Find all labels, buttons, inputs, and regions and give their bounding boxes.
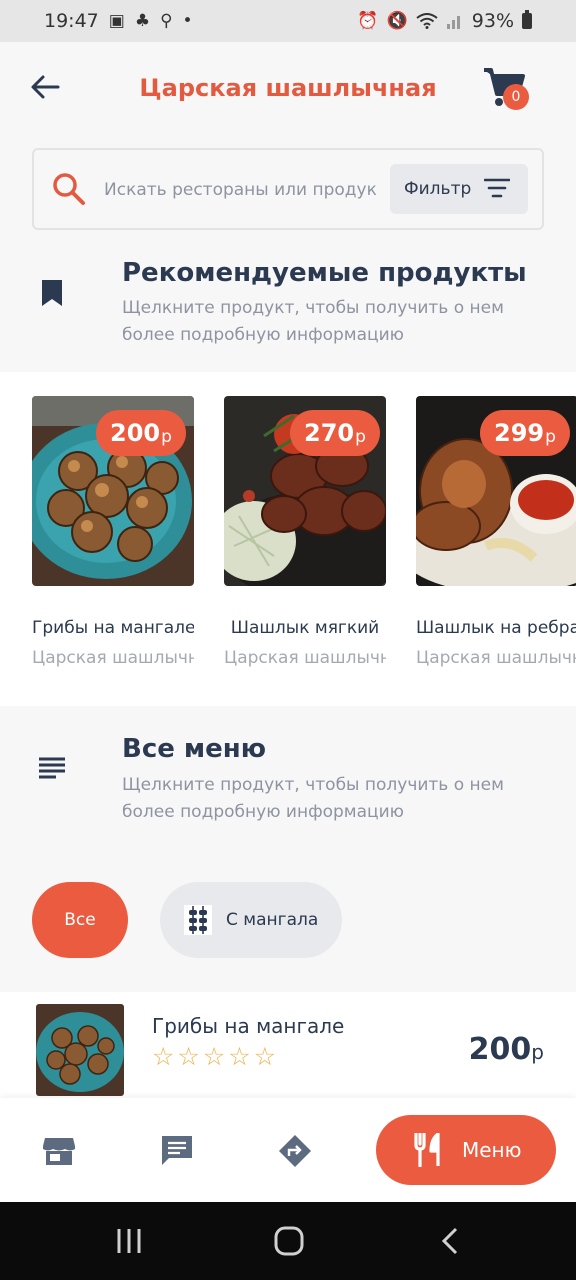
price-badge: 200 р — [96, 410, 186, 456]
chip-label: Все — [64, 910, 96, 930]
wifi-icon — [416, 13, 438, 29]
filter-label: Фильтр — [404, 179, 472, 199]
search-status-icon: ⚲ — [160, 11, 173, 31]
home-icon[interactable] — [273, 1226, 305, 1256]
cutlery-icon — [414, 1133, 440, 1167]
category-chip-grill[interactable]: С мангала — [160, 882, 342, 958]
all-menu-title: Все меню — [122, 734, 267, 764]
menu-item-name: Грибы на мангале — [152, 1014, 345, 1038]
chat-icon[interactable] — [160, 1134, 194, 1168]
product-restaurant: Царская шашлычная — [224, 648, 386, 668]
bottom-navigation: Меню — [0, 1098, 576, 1202]
all-menu-section: Все меню Щелкните продукт, чтобы получит… — [0, 706, 576, 992]
product-name: Шашлык на ребрах — [416, 618, 576, 638]
product-restaurant: Царская шашлычная — [32, 648, 194, 668]
back-nav-icon[interactable] — [438, 1226, 464, 1256]
alarm-icon: ⏰ — [357, 11, 379, 31]
menu-button-label: Меню — [462, 1138, 522, 1162]
skewers-icon — [184, 905, 212, 935]
product-restaurant: Царская шашлычная — [416, 648, 576, 668]
rating-stars: ☆☆☆☆☆ — [152, 1042, 280, 1071]
search-input[interactable] — [104, 172, 376, 208]
app-header: Царская шашлычная — [0, 42, 576, 137]
battery-icon — [522, 10, 532, 29]
filter-button[interactable]: Фильтр — [390, 164, 528, 214]
battery-percent: 93% — [471, 10, 514, 32]
gallery-icon: ▣ — [108, 11, 125, 31]
signal-icon — [446, 16, 460, 29]
dot-icon: • — [182, 11, 193, 31]
list-icon — [39, 757, 65, 779]
menu-item-image — [36, 1004, 124, 1096]
store-icon[interactable] — [42, 1134, 76, 1168]
recommended-header: Рекомендуемые продукты Щелкните продукт,… — [0, 250, 576, 372]
chip-label: С мангала — [226, 910, 319, 930]
filter-icon — [484, 178, 510, 198]
price-badge: 270 р — [290, 410, 380, 456]
menu-button[interactable]: Меню — [376, 1115, 556, 1185]
recommended-carousel[interactable]: 200р Грибы на мангале Царская шашлычная … — [0, 372, 576, 706]
search-icon — [53, 173, 85, 205]
price-badge: 299 р — [480, 410, 570, 456]
recommended-subtitle: Щелкните продукт, чтобы получить о нем б… — [122, 298, 504, 345]
search-bar: Фильтр — [32, 148, 544, 230]
cart-count-badge: 0 — [503, 84, 529, 110]
bookmark-icon — [42, 280, 62, 306]
status-bar: 19:47 ▣ ♣ ⚲ • ⏰ 🔇 93% — [0, 0, 576, 42]
directions-icon[interactable] — [278, 1134, 312, 1168]
menu-item-price: 200р — [468, 1032, 544, 1067]
all-menu-subtitle: Щелкните продукт, чтобы получить о нем б… — [122, 775, 504, 822]
recommended-title: Рекомендуемые продукты — [122, 258, 527, 288]
system-navigation — [0, 1202, 576, 1280]
notification-icon: ♣ — [134, 11, 151, 31]
product-name: Грибы на мангале — [32, 618, 194, 638]
category-chip-all[interactable]: Все — [32, 882, 128, 958]
mute-icon: 🔇 — [386, 11, 408, 31]
recent-apps-icon[interactable] — [114, 1226, 144, 1256]
menu-list-item[interactable]: Грибы на мангале ☆☆☆☆☆ 200р — [0, 992, 576, 1100]
status-time: 19:47 — [44, 10, 99, 32]
product-name: Шашлык мягкий — [230, 618, 380, 638]
